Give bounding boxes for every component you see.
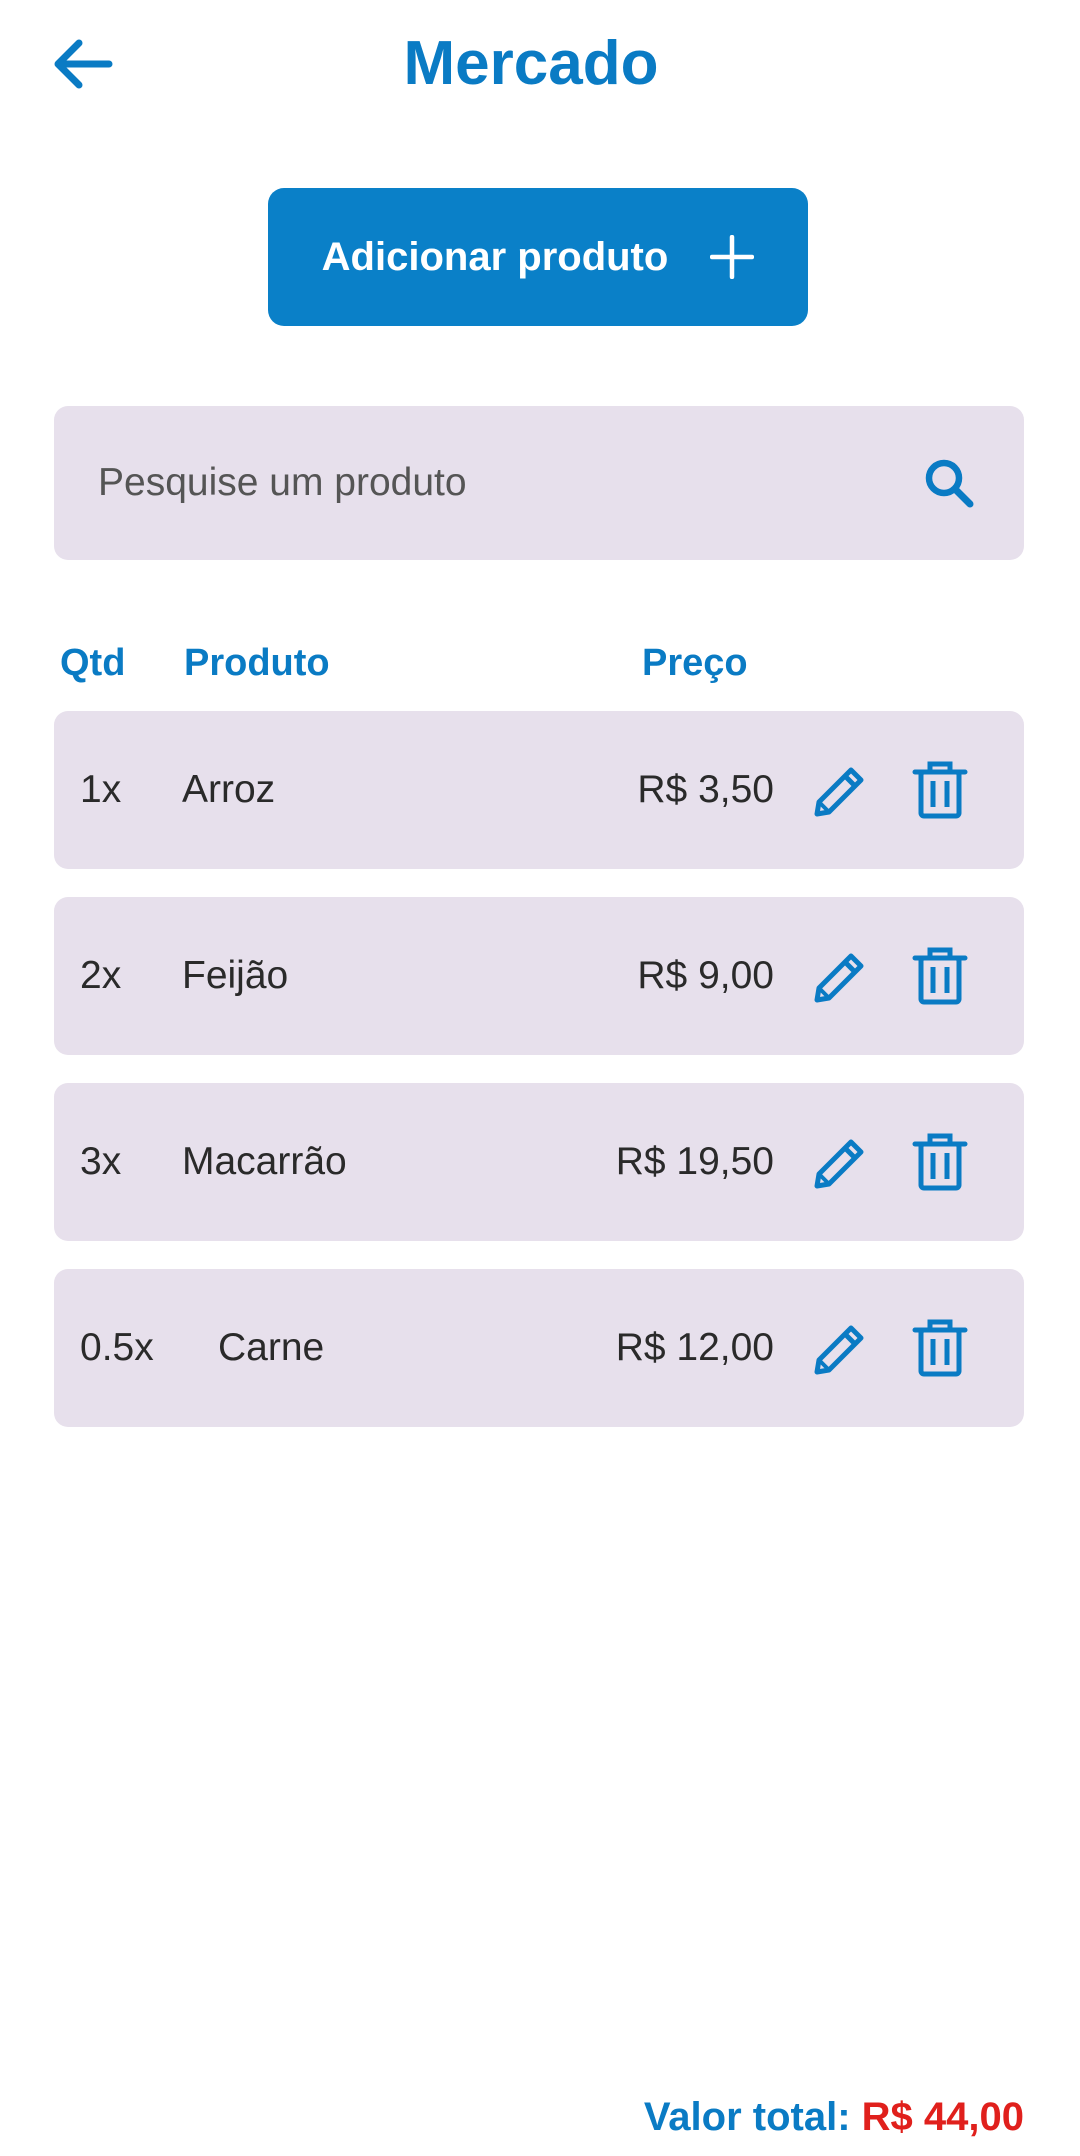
row-qty: 3x: [80, 1140, 122, 1183]
row-price: R$ 12,00: [615, 1326, 774, 1369]
add-product-label: Adicionar produto: [321, 234, 669, 279]
row-product-name: Arroz: [182, 768, 276, 811]
column-header-product: Produto: [184, 642, 330, 684]
row-qty: 2x: [80, 954, 122, 997]
plus-icon: [710, 235, 755, 279]
row-price: R$ 19,50: [615, 1140, 774, 1183]
pencil-icon[interactable]: [811, 1320, 869, 1378]
total-value: R$ 44,00: [861, 2095, 1024, 2139]
pencil-icon[interactable]: [811, 1134, 869, 1192]
row-product-name: Feijão: [182, 954, 289, 997]
search-icon[interactable]: [922, 456, 976, 510]
product-row: 1x Arroz R$ 3,50: [54, 711, 1024, 869]
total-summary: Valor total: R$ 44,00: [644, 2092, 1024, 2142]
search-bar: [54, 406, 1024, 560]
product-row: 2x Feijão R$ 9,00: [54, 897, 1024, 1055]
trash-icon[interactable]: [912, 1319, 968, 1377]
trash-icon[interactable]: [912, 761, 968, 819]
pencil-icon[interactable]: [811, 762, 869, 820]
product-row: 3x Macarrão R$ 19,50: [54, 1083, 1024, 1241]
row-price: R$ 9,00: [637, 954, 774, 997]
row-qty: 0.5x: [80, 1326, 154, 1369]
total-label: Valor total:: [643, 2095, 851, 2139]
search-input[interactable]: [98, 406, 878, 560]
trash-icon[interactable]: [912, 1133, 968, 1191]
product-row: 0.5x Carne R$ 12,00: [54, 1269, 1024, 1427]
row-product-name: Macarrão: [182, 1140, 347, 1183]
pencil-icon[interactable]: [811, 948, 869, 1006]
row-qty: 1x: [80, 768, 122, 811]
column-header-qty: Qtd: [60, 642, 126, 684]
row-product-name: Carne: [218, 1326, 325, 1369]
row-price: R$ 3,50: [637, 768, 774, 811]
page-title: Mercado: [403, 29, 659, 98]
column-header-price: Preço: [642, 642, 748, 684]
trash-icon[interactable]: [912, 947, 968, 1005]
add-product-button[interactable]: Adicionar produto: [268, 188, 808, 326]
